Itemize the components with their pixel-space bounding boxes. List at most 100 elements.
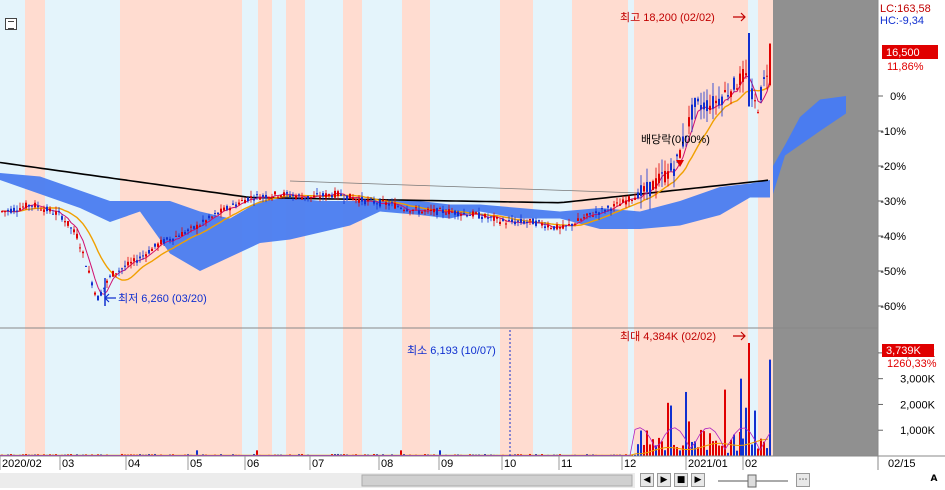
candle-body bbox=[208, 215, 210, 219]
candle-body bbox=[364, 199, 366, 205]
candle-body bbox=[403, 209, 405, 211]
price-tick-label: -30% bbox=[880, 196, 906, 208]
candle-body bbox=[190, 226, 192, 228]
candle-body bbox=[160, 239, 162, 245]
candle-body bbox=[604, 209, 606, 212]
candle-body bbox=[574, 223, 576, 225]
play-button[interactable]: ▶ bbox=[657, 473, 671, 487]
candle-body bbox=[118, 270, 120, 272]
period-band bbox=[362, 0, 402, 456]
candle-body bbox=[37, 205, 39, 208]
candle-body bbox=[214, 213, 216, 215]
candle-body bbox=[244, 199, 246, 204]
candle-body bbox=[358, 199, 360, 203]
auto-button[interactable]: A bbox=[927, 473, 941, 487]
candle-body bbox=[49, 208, 51, 212]
candle-body bbox=[310, 196, 312, 198]
candle-body bbox=[511, 219, 513, 222]
next-button[interactable]: ▶ bbox=[691, 473, 705, 487]
min-volume-annotation: 최소 6,193 (10/07) bbox=[407, 344, 496, 357]
candle-body bbox=[193, 226, 195, 229]
candle-body bbox=[526, 222, 528, 224]
candle-body bbox=[484, 214, 486, 218]
candle-body bbox=[274, 191, 276, 195]
candle-body bbox=[760, 86, 762, 101]
candle-body bbox=[253, 199, 255, 201]
candle-body bbox=[301, 197, 303, 200]
candle-body bbox=[151, 248, 153, 252]
candle-body bbox=[94, 292, 96, 295]
candle-body bbox=[379, 199, 381, 207]
hc-label: HC:-9,34 bbox=[880, 15, 924, 27]
candle-body bbox=[616, 202, 618, 204]
candle-body bbox=[727, 95, 729, 97]
candle-body bbox=[688, 117, 690, 127]
candle-body bbox=[421, 211, 423, 214]
scrollbar-thumb[interactable] bbox=[361, 474, 633, 487]
x-tick-label: 12 bbox=[624, 458, 636, 470]
candle-body bbox=[133, 258, 135, 262]
candle-body bbox=[157, 243, 159, 247]
stock-chart[interactable]: 0%-10%-20%-30%-40%-50%-60% 4,000K3,000K2… bbox=[0, 0, 945, 490]
candle-body bbox=[283, 192, 285, 196]
current-volume: 3,739K bbox=[886, 345, 922, 357]
zoom-slider-handle[interactable] bbox=[747, 474, 757, 488]
lc-label: LC:163,58 bbox=[880, 3, 931, 15]
candle-body bbox=[181, 232, 183, 237]
period-band bbox=[500, 0, 533, 456]
candle-body bbox=[481, 216, 483, 219]
candle-body bbox=[154, 243, 156, 247]
candle-body bbox=[337, 191, 339, 197]
candle-body bbox=[367, 199, 369, 202]
candle-body bbox=[625, 200, 627, 205]
candle-body bbox=[196, 224, 198, 229]
candle-body bbox=[613, 204, 615, 207]
candle-body bbox=[136, 260, 138, 263]
candle-body bbox=[634, 197, 636, 200]
volume-bar bbox=[667, 409, 669, 456]
candle-body bbox=[709, 105, 711, 111]
price-tick-label: -40% bbox=[880, 231, 906, 243]
candle-body bbox=[529, 218, 531, 221]
candle-body bbox=[661, 172, 663, 174]
x-tick-label: 2020/02 bbox=[2, 458, 42, 470]
candle-body bbox=[541, 223, 543, 226]
candle-body bbox=[205, 220, 207, 223]
candle-body bbox=[70, 227, 72, 229]
candle-body bbox=[130, 261, 132, 264]
more-button[interactable]: ⋯ bbox=[796, 473, 810, 487]
candle-body bbox=[73, 229, 75, 233]
candle-body bbox=[178, 235, 180, 237]
candle-body bbox=[256, 194, 258, 196]
candle-body bbox=[454, 210, 456, 215]
candle-body bbox=[640, 185, 642, 196]
candle-body bbox=[46, 206, 48, 212]
candle-body bbox=[715, 100, 717, 104]
candle-body bbox=[139, 256, 141, 259]
candle-body bbox=[346, 195, 348, 200]
candle-body bbox=[535, 220, 537, 226]
volume-bar bbox=[740, 378, 742, 456]
candle-body bbox=[238, 202, 240, 205]
candle-body bbox=[733, 77, 735, 90]
candle-body bbox=[658, 173, 660, 183]
candle-body bbox=[4, 211, 6, 213]
candle-body bbox=[439, 208, 441, 210]
prev-button[interactable]: ◀ bbox=[640, 473, 654, 487]
candle-body bbox=[355, 198, 357, 201]
candle-body bbox=[121, 268, 123, 270]
period-band bbox=[343, 0, 362, 456]
volume-bar bbox=[685, 391, 687, 456]
x-tick-label: 10 bbox=[504, 458, 516, 470]
candle-body bbox=[97, 295, 99, 301]
candle-body bbox=[577, 218, 579, 222]
candle-body bbox=[499, 221, 501, 225]
grid-menu-icon[interactable] bbox=[5, 18, 17, 30]
candle-body bbox=[589, 212, 591, 215]
candle-body bbox=[757, 112, 759, 114]
candle-body bbox=[52, 213, 54, 215]
candle-body bbox=[601, 208, 603, 210]
stop-button[interactable]: ■ bbox=[674, 473, 688, 487]
candle-body bbox=[148, 250, 150, 254]
candle-body bbox=[667, 171, 669, 179]
